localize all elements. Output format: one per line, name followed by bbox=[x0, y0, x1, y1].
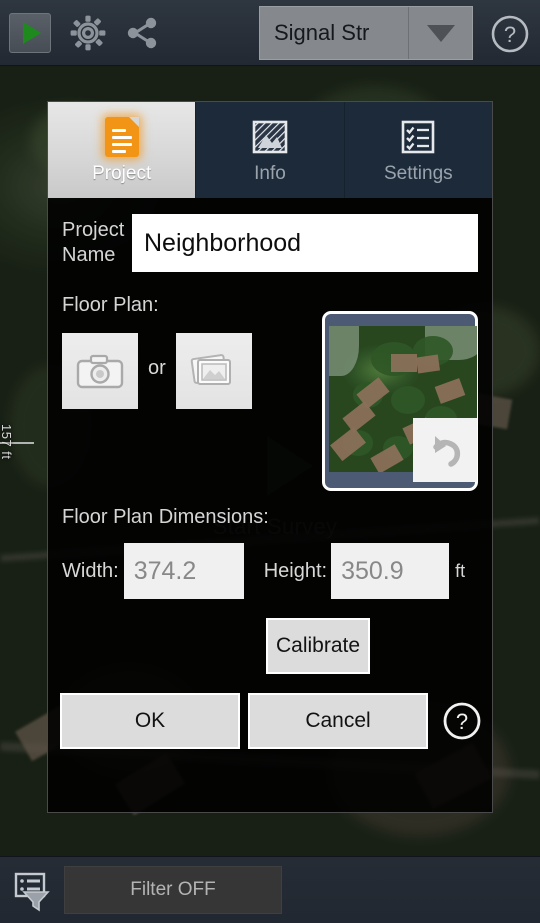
tab-info-label: Info bbox=[254, 163, 286, 184]
measurement-mode-value: Signal Str bbox=[274, 20, 370, 45]
filter-toggle-button[interactable]: Filter OFF bbox=[64, 866, 282, 914]
measurement-mode-arrow[interactable] bbox=[408, 7, 472, 59]
question-circle-icon: ? bbox=[443, 702, 481, 740]
gallery-button[interactable] bbox=[175, 333, 252, 409]
tab-info[interactable]: Info bbox=[196, 102, 345, 198]
undo-arrow-icon bbox=[433, 436, 461, 467]
help-button-toolbar[interactable]: ? bbox=[490, 14, 530, 54]
filter-list-icon bbox=[14, 872, 50, 912]
map-scale: 157 ft bbox=[0, 390, 46, 510]
map-scale-label: 157 ft bbox=[0, 424, 14, 460]
or-text: or bbox=[148, 356, 166, 379]
height-input[interactable] bbox=[331, 543, 450, 599]
help-button-dialog[interactable]: ? bbox=[442, 701, 482, 741]
cancel-button[interactable]: Cancel bbox=[248, 693, 428, 749]
tab-settings-label: Settings bbox=[383, 163, 453, 184]
chevron-down-icon bbox=[426, 24, 455, 42]
dimensions-label: Floor Plan Dimensions: bbox=[62, 506, 269, 528]
camera-icon bbox=[76, 354, 124, 389]
tab-project[interactable]: Project bbox=[48, 102, 197, 198]
tab-info-icon bbox=[249, 114, 291, 160]
gear-icon bbox=[70, 15, 106, 50]
dialog-tabs: Project Info Settings bbox=[48, 102, 492, 198]
ok-button[interactable]: OK bbox=[60, 693, 240, 749]
settings-button[interactable] bbox=[65, 10, 111, 56]
width-input[interactable] bbox=[123, 543, 244, 599]
share-icon bbox=[127, 17, 157, 48]
calibrate-button[interactable]: Calibrate bbox=[266, 618, 370, 674]
project-dialog: Project Info Settings Project Name Neigh… bbox=[47, 101, 493, 813]
tab-settings[interactable]: Settings bbox=[344, 102, 492, 198]
measurement-mode-dropdown[interactable]: Signal Str bbox=[259, 6, 473, 60]
dimensions-row: Width: Height: ft bbox=[62, 543, 480, 599]
tab-project-icon bbox=[104, 114, 139, 160]
project-name-row: Project Name bbox=[62, 214, 478, 272]
floor-plan-thumbnail-container[interactable] bbox=[322, 311, 478, 491]
image-icon bbox=[252, 120, 288, 154]
gallery-icon bbox=[190, 354, 231, 385]
svg-text:?: ? bbox=[504, 22, 516, 47]
camera-button[interactable] bbox=[62, 333, 138, 409]
play-button[interactable] bbox=[9, 12, 51, 53]
height-label: Height: bbox=[263, 559, 328, 582]
bottom-toolbar: Filter OFF -100 dBm 0 dBm bbox=[0, 856, 540, 923]
checklist-icon bbox=[402, 120, 435, 154]
svg-text:?: ? bbox=[456, 709, 468, 734]
project-name-input[interactable] bbox=[132, 214, 478, 272]
top-toolbar: Signal Str ? bbox=[0, 0, 540, 66]
share-button[interactable] bbox=[119, 10, 165, 56]
question-circle-icon: ? bbox=[491, 15, 529, 53]
dialog-body: ProjectName Floor Plan: or bbox=[48, 198, 492, 814]
project-name-label: Project Name bbox=[62, 219, 125, 266]
width-label: Width: bbox=[62, 559, 119, 582]
play-icon bbox=[23, 21, 41, 44]
undo-button[interactable] bbox=[413, 418, 477, 482]
app-screen: 157 ft Start Survey bbox=[0, 0, 540, 923]
unit-label: ft bbox=[455, 560, 466, 581]
dialog-action-row: OK Cancel ? bbox=[60, 693, 482, 749]
filter-icon-button[interactable] bbox=[4, 864, 60, 916]
tab-project-label: Project bbox=[92, 163, 152, 184]
tab-settings-icon bbox=[398, 114, 438, 160]
document-icon bbox=[104, 117, 139, 157]
